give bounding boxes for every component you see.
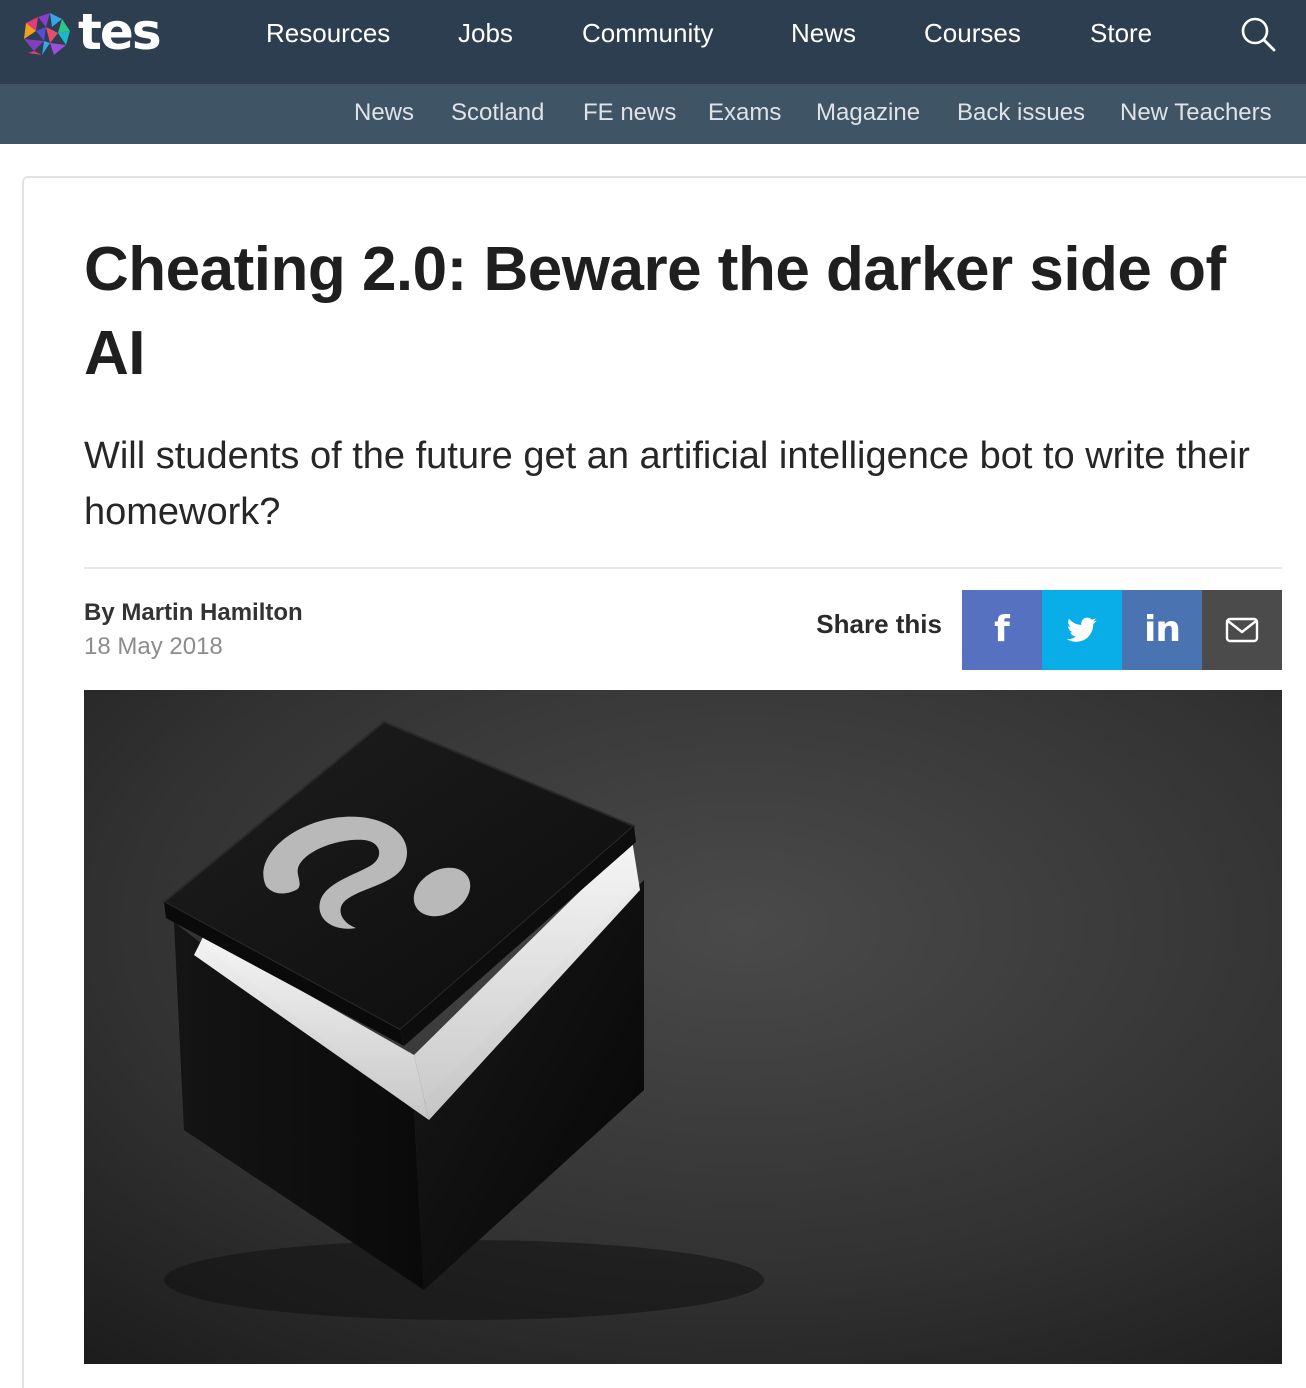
article-author[interactable]: By Martin Hamilton (84, 598, 303, 628)
article-hero-image (84, 690, 1282, 1364)
envelope-icon (1225, 617, 1259, 643)
nav-community[interactable]: Community (582, 16, 713, 50)
top-navigation-bar: tes Resources Jobs Community News Course… (0, 0, 1306, 84)
share-twitter-button[interactable] (1042, 590, 1122, 670)
question-mark-box-illustration (84, 690, 1282, 1364)
subnav-new-teachers[interactable]: New Teachers (1120, 97, 1272, 129)
article-headline: Cheating 2.0: Beware the darker side of … (84, 235, 1226, 388)
share-facebook-button[interactable]: f (962, 590, 1042, 670)
tes-wordmark: tes (78, 3, 162, 61)
article-standfirst: Will students of the future get an artif… (84, 435, 1250, 533)
nav-news[interactable]: News (791, 16, 856, 50)
subnav-exams[interactable]: Exams (708, 97, 781, 129)
twitter-icon (1067, 617, 1097, 642)
linkedin-icon: in (1144, 609, 1181, 650)
facebook-icon: f (994, 609, 1010, 650)
article-date: 18 May 2018 (84, 633, 223, 660)
subnav-fe-news[interactable]: FE news (583, 97, 676, 129)
share-email-button[interactable] (1202, 590, 1282, 670)
nav-courses[interactable]: Courses (924, 16, 1021, 50)
section-navigation-bar: News Scotland FE news Exams Magazine Bac… (0, 84, 1306, 144)
subnav-news[interactable]: News (354, 97, 414, 129)
nav-jobs[interactable]: Jobs (458, 16, 513, 50)
tes-logo-icon (24, 13, 70, 55)
share-label: Share this (816, 609, 942, 639)
search-icon (1241, 17, 1276, 52)
search-button[interactable] (1238, 14, 1278, 54)
subnav-magazine[interactable]: Magazine (816, 97, 920, 129)
subnav-scotland[interactable]: Scotland (451, 97, 544, 129)
subnav-back-issues[interactable]: Back issues (957, 97, 1085, 129)
nav-store[interactable]: Store (1090, 16, 1152, 50)
divider (84, 567, 1282, 569)
nav-resources[interactable]: Resources (266, 16, 390, 50)
tes-logo[interactable]: tes (20, 3, 162, 62)
share-linkedin-button[interactable]: in (1122, 590, 1202, 670)
